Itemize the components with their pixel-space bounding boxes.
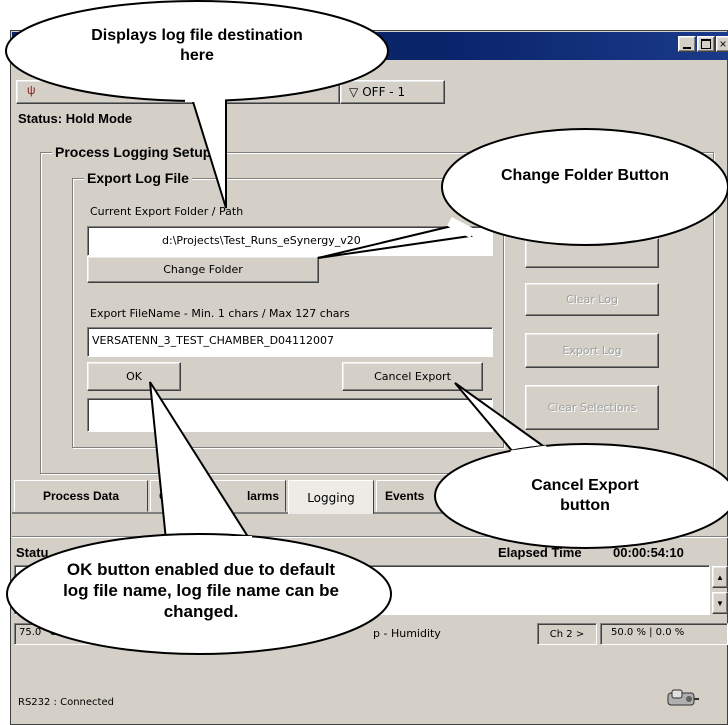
callout-cancel-export xyxy=(434,382,728,549)
callout-change-folder xyxy=(317,128,728,259)
callout-ok-enabled-text: OK button enabled due to default log fil… xyxy=(63,560,339,621)
callout-change-folder-text: Change Folder Button xyxy=(501,167,669,184)
callout-cancel-export-text: Cancel Export button xyxy=(531,477,639,514)
callout-folder-display-text: Displays log file destination here xyxy=(91,27,303,64)
